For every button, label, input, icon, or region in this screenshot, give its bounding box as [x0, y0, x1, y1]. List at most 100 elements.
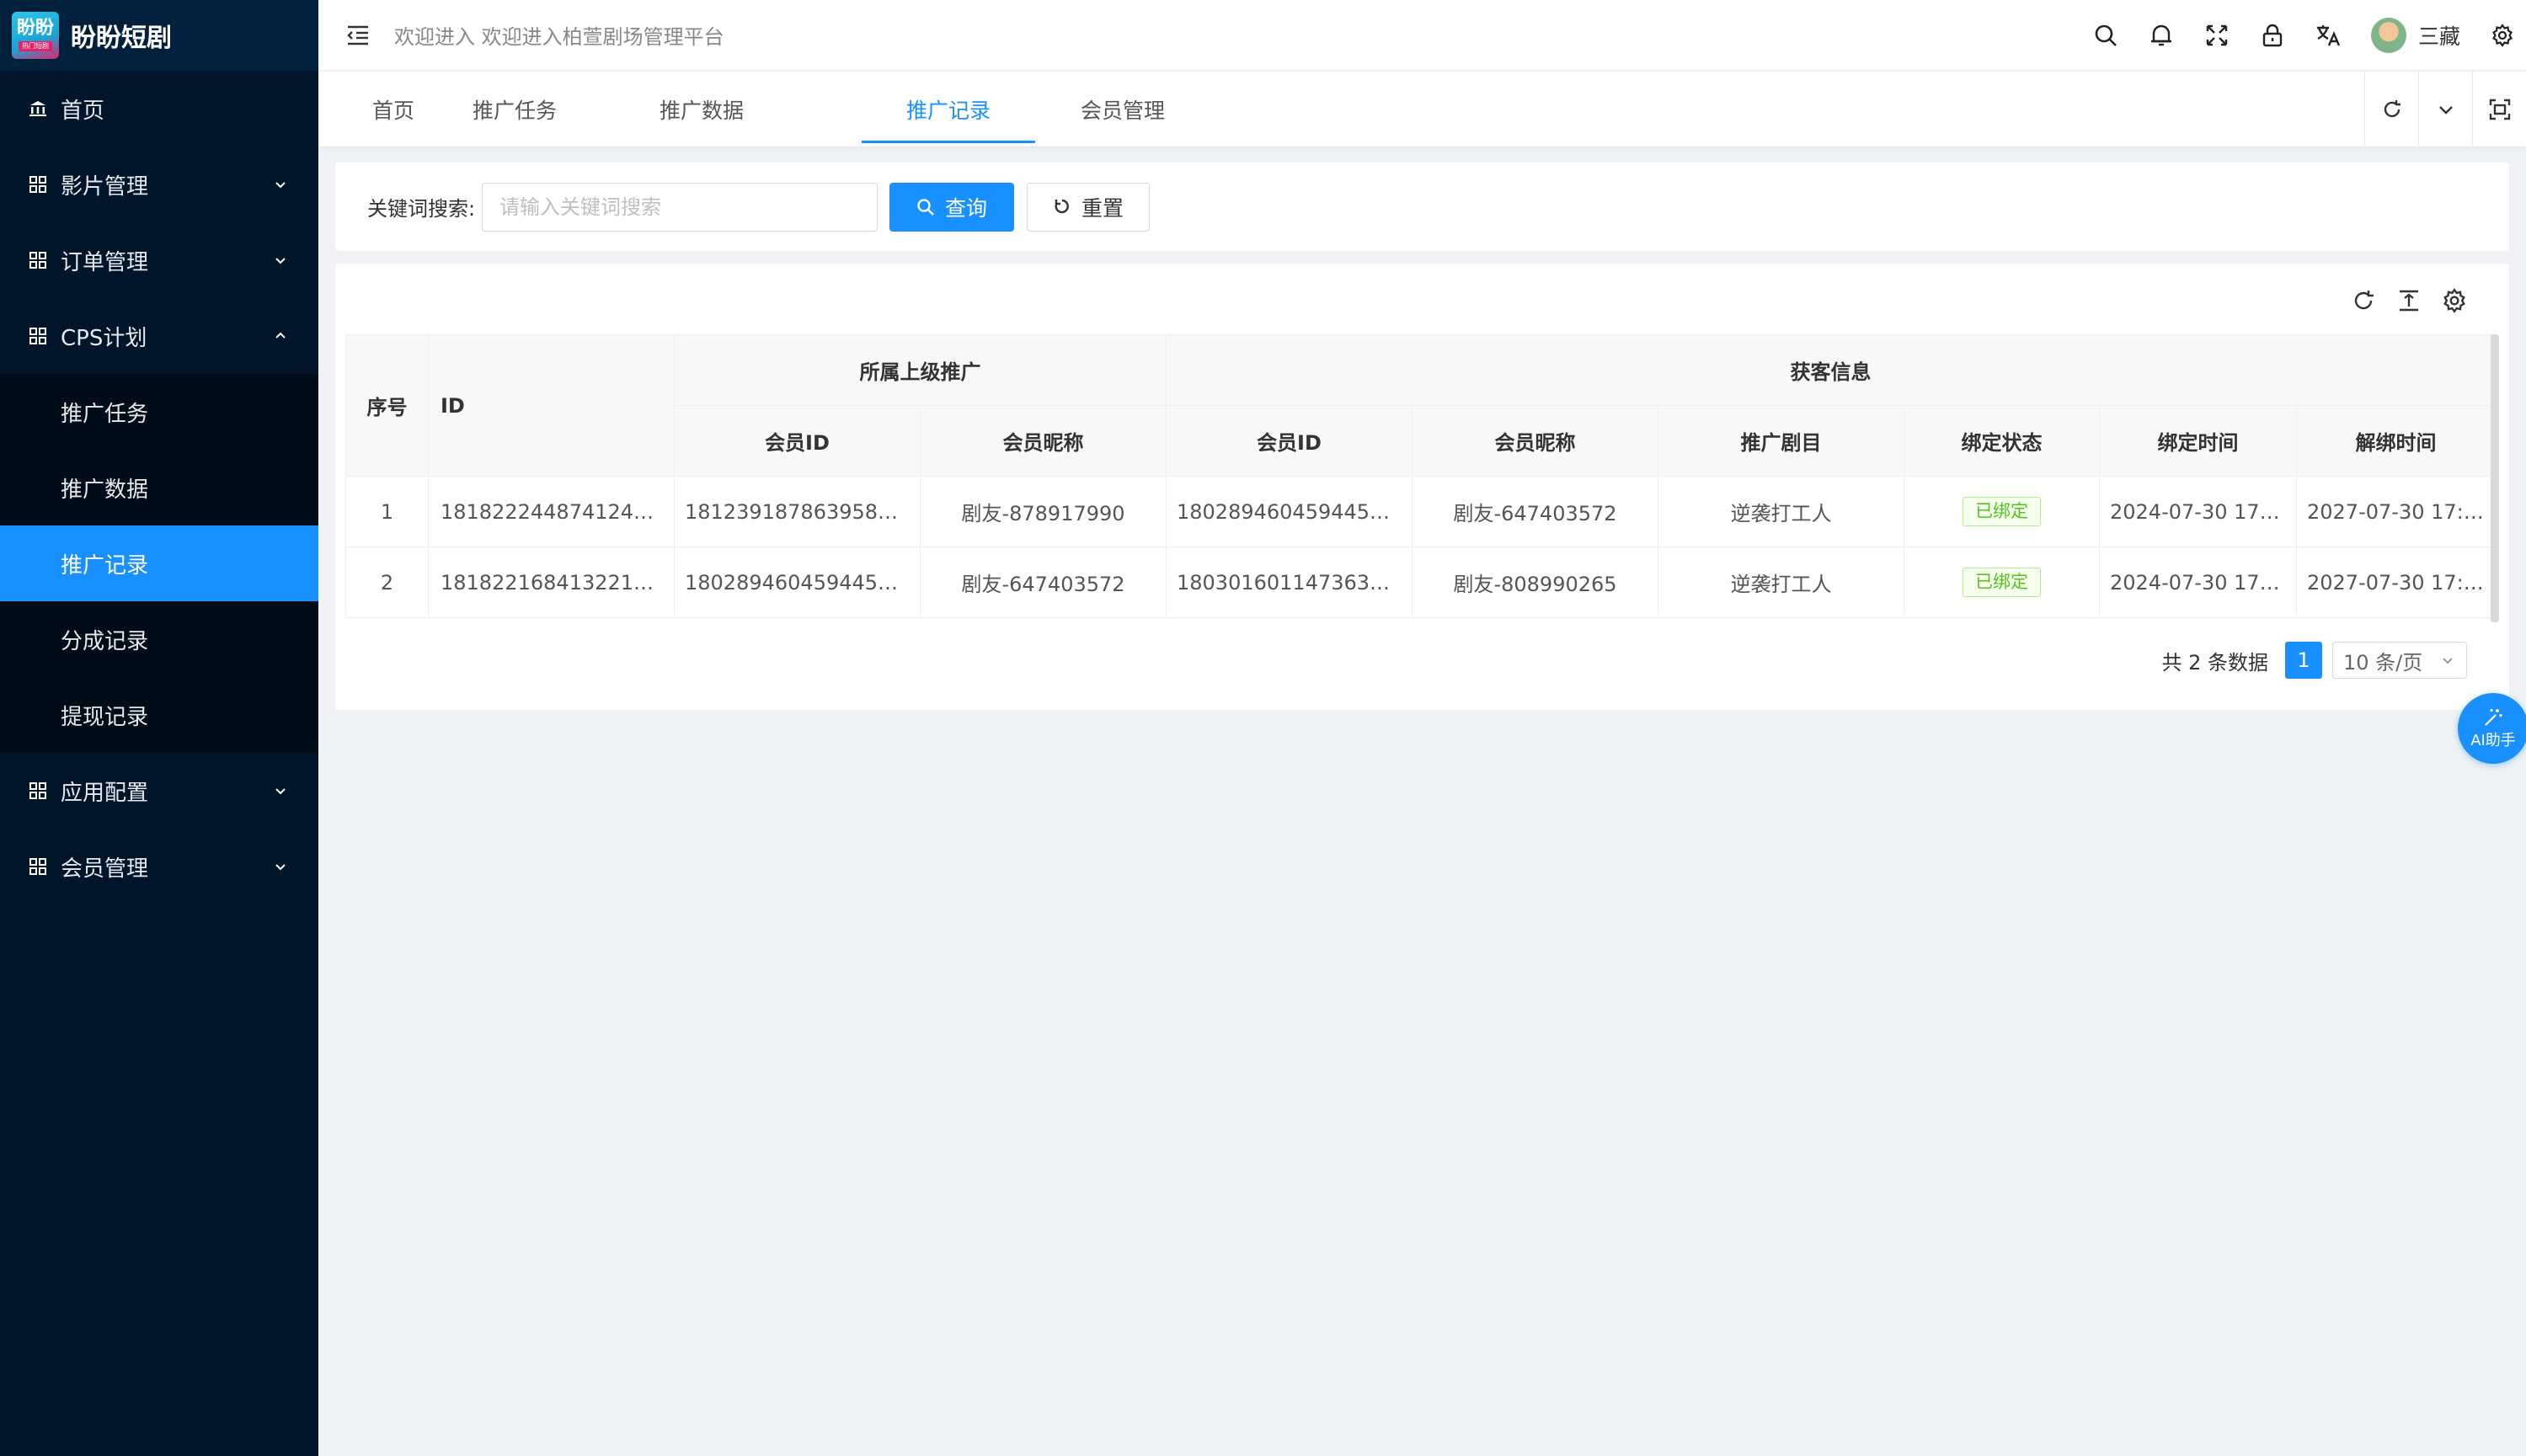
sidebar-item-app-config[interactable]: 应用配置 [0, 753, 318, 829]
tab-promo-data[interactable]: 推广数据 [638, 72, 765, 147]
cell-index: 1 [345, 476, 429, 547]
bank-icon [29, 99, 47, 118]
tab-promo-tasks[interactable]: 推广任务 [451, 72, 578, 147]
tab-home[interactable]: 首页 [357, 72, 430, 147]
cell-up-member-id: 1802894604594458626 [674, 547, 921, 618]
tab-tools [2364, 72, 2526, 147]
sidebar-item-label: 推广数据 [61, 477, 149, 503]
cell-bind-time: 2024-07-30 17:4... [2099, 476, 2297, 547]
status-badge: 已绑定 [1963, 567, 2041, 598]
sidebar-item-promo-data[interactable]: 推广数据 [0, 450, 318, 525]
group-header-upline: 所属上级推广 [674, 334, 1167, 406]
search-icon [917, 199, 934, 216]
sidebar: 盼盼 热门短剧 盼盼短剧 首页 影片管理 订单管理 CPS计划 推广任务 推广数… [0, 0, 318, 1456]
grid-icon [29, 781, 47, 800]
tab-label: 会员管理 [1080, 98, 1165, 123]
fullscreen-icon[interactable] [2189, 0, 2245, 71]
header-actions: 三藏 [2078, 0, 2526, 71]
sidebar-item-home[interactable]: 首页 [0, 71, 318, 147]
sidebar-item-withdraw-records[interactable]: 提现记录 [0, 677, 318, 753]
reset-button[interactable]: 重置 [1027, 183, 1150, 232]
lock-icon[interactable] [2245, 0, 2300, 71]
col-header-index: 序号 [345, 334, 429, 477]
sidebar-item-label: 提现记录 [61, 704, 149, 730]
total-count: 共 2 条数据 [2161, 650, 2268, 675]
table-row[interactable]: 2 1818221684132212738 180289460459445862… [345, 547, 2496, 618]
search-icon[interactable] [2078, 0, 2133, 71]
tab-label: 首页 [371, 98, 414, 123]
grid-icon [29, 327, 47, 345]
gear-icon[interactable] [2479, 0, 2526, 71]
cell-up-member-id: 1812391878639583233 [674, 476, 921, 547]
ai-assistant-button[interactable]: AI助手 [2458, 693, 2526, 764]
sidebar-item-label: 应用配置 [61, 780, 149, 806]
user-name[interactable]: 三藏 [2418, 20, 2460, 51]
refresh-icon[interactable] [2364, 72, 2418, 147]
table-vertical-scrollbar[interactable] [2491, 334, 2499, 622]
tab-promo-records[interactable]: 推广记录 [862, 72, 1035, 147]
table-row[interactable]: 1 1818222448741249025 181239187863958323… [345, 476, 2496, 547]
logo-area[interactable]: 盼盼 热门短剧 盼盼短剧 [0, 0, 318, 71]
chevron-down-icon [275, 788, 286, 795]
reset-icon [1055, 199, 1069, 214]
sidebar-item-label: 推广任务 [61, 401, 149, 427]
page-size-value: 10 条/页 [2343, 650, 2423, 675]
records-table: 序号 ID 所属上级推广 获客信息 会员ID 会员昵称 会员ID 会员昵称 推广… [345, 334, 2496, 618]
col-header-nickname: 会员昵称 [1412, 405, 1658, 477]
sidebar-item-member-management[interactable]: 会员管理 [0, 829, 318, 904]
cell-up-nickname: 剧友-647403572 [920, 547, 1167, 618]
chevron-down-icon [275, 258, 286, 264]
col-header-drama: 推广剧目 [1658, 405, 1904, 477]
col-header-status: 绑定状态 [1904, 405, 2100, 477]
query-button[interactable]: 查询 [889, 183, 1014, 232]
chevron-up-icon [275, 332, 286, 339]
column-height-icon[interactable] [2386, 280, 2432, 321]
bell-icon[interactable] [2133, 0, 2189, 71]
ai-assistant-label: AI助手 [2470, 732, 2516, 749]
sidebar-item-cps-plan[interactable]: CPS计划 [0, 298, 318, 374]
chevron-down-icon [2443, 658, 2453, 664]
reset-button-label: 重置 [1081, 196, 1124, 221]
welcome-text: 欢迎进入 欢迎进入柏萱剧场管理平台 [394, 25, 724, 49]
page-tabs: 首页 推广任务 推广数据 推广记录 会员管理 [318, 72, 2526, 147]
grid-icon [29, 175, 47, 194]
user-avatar[interactable] [2370, 18, 2406, 53]
col-header-up-member-id: 会员ID [674, 405, 921, 477]
cell-nickname: 剧友-808990265 [1412, 547, 1658, 618]
page-size-select[interactable]: 10 条/页 [2332, 642, 2467, 679]
cell-status: 已绑定 [1904, 476, 2100, 547]
magic-wand-icon [2485, 709, 2502, 726]
tab-member-management[interactable]: 会员管理 [1060, 72, 1186, 147]
query-button-label: 查询 [944, 196, 987, 221]
sidebar-item-label: 分成记录 [61, 628, 149, 654]
keyword-search-input[interactable] [482, 183, 878, 232]
cell-index: 2 [345, 547, 429, 618]
app-title: 盼盼短剧 [71, 24, 172, 53]
cell-unbind-time: 2027-07-30 17:4... [2296, 547, 2496, 618]
app-logo: 盼盼 热门短剧 [12, 12, 59, 59]
translate-icon[interactable] [2300, 0, 2356, 71]
col-header-up-nickname: 会员昵称 [920, 405, 1167, 477]
table-toolbar [2341, 280, 2477, 321]
chevron-down-icon[interactable] [2418, 72, 2472, 147]
tab-label: 推广任务 [472, 98, 557, 123]
cell-nickname: 剧友-647403572 [1412, 476, 1658, 547]
grid-icon [29, 251, 47, 269]
sidebar-item-order-management[interactable]: 订单管理 [0, 222, 318, 298]
sidebar-item-promo-tasks[interactable]: 推广任务 [0, 374, 318, 450]
logo-subtext: 热门短剧 [19, 41, 52, 51]
cell-status: 已绑定 [1904, 547, 2100, 618]
sidebar-item-promo-records[interactable]: 推广记录 [0, 525, 318, 601]
search-panel: 关键词搜索: 查询 重置 [335, 163, 2509, 251]
settings-icon[interactable] [2432, 280, 2477, 321]
page-number-current[interactable]: 1 [2285, 642, 2322, 679]
sidebar-item-film-management[interactable]: 影片管理 [0, 147, 318, 222]
logo-text: 盼盼 [16, 18, 54, 39]
maximize-icon[interactable] [2472, 72, 2526, 147]
refresh-icon[interactable] [2341, 280, 2386, 321]
sidebar-item-commission-records[interactable]: 分成记录 [0, 601, 318, 677]
keyword-label: 关键词搜索: [367, 197, 476, 221]
menu-fold-icon[interactable] [345, 23, 371, 48]
status-badge: 已绑定 [1963, 496, 2041, 527]
sidebar-item-label: 会员管理 [61, 856, 149, 882]
